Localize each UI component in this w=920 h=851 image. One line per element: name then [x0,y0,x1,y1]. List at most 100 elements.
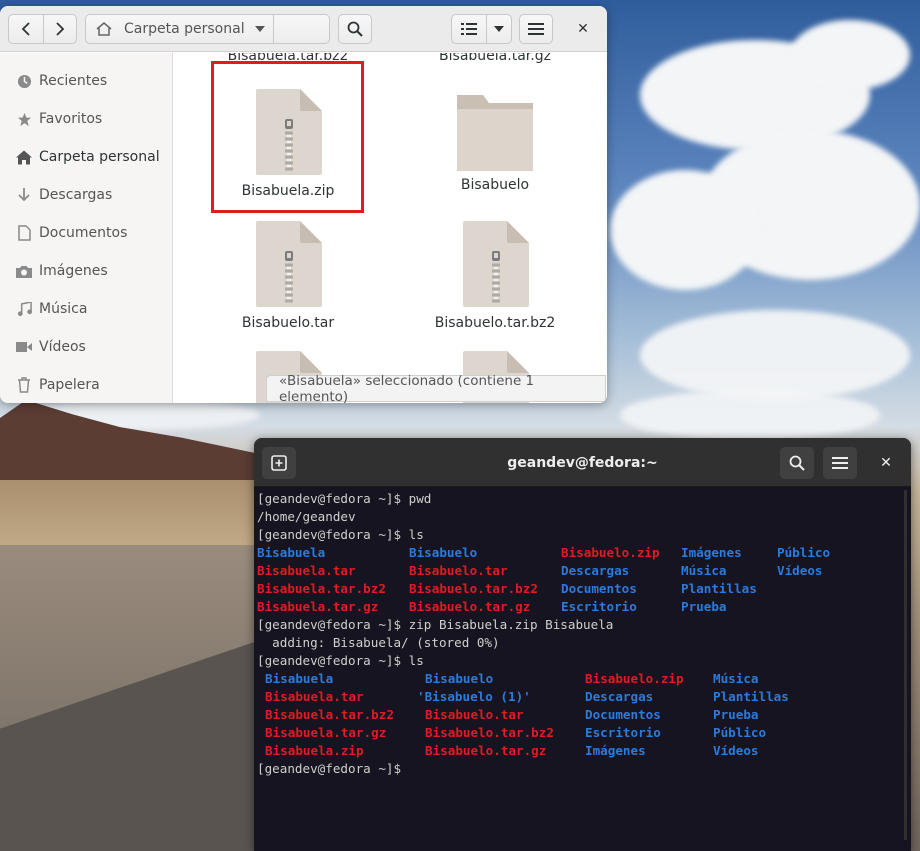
caret-down-icon [255,26,265,32]
file-label: Bisabuelo.tar [241,315,335,331]
ls-entry: Plantillas [681,581,757,596]
ls-entry: Prueba [681,599,727,614]
terminal-line: [geandev@fedora ~]$ ls [257,653,424,668]
file-label: Bisabuela.tar.gz [439,53,551,64]
ls-entry: Música [713,671,759,686]
sidebar-item-recientes[interactable]: Recientes [0,62,172,100]
cloud [790,20,910,90]
terminal-line: [geandev@fedora ~]$ ls [257,527,424,542]
ls-entry: Escritorio [561,599,637,614]
file-item[interactable]: Bisabuelo [405,93,585,193]
sidebar-item-label: Vídeos [39,339,86,355]
sidebar-item-imagenes[interactable]: Imágenes [0,252,172,290]
sidebar-item-papelera[interactable]: Papelera [0,366,172,403]
zip-archive-icon [256,221,322,307]
files-grid-view: Bisabuela.tar.bz2 Bisabuela.tar.gz Bisab… [174,53,607,403]
ls-entry: Público [777,545,831,560]
ls-entry: Plantillas [713,689,789,704]
ls-entry: Bisabuelo [425,671,494,686]
zip-archive-icon [463,221,529,307]
sidebar-item-videos[interactable]: Vídeos [0,328,172,366]
ls-entry: Vídeos [777,563,823,578]
ls-entry: Bisabuela [257,545,326,560]
ls-entry: Bisabuelo.tar.gz [409,599,531,614]
sidebar-item-label: Imágenes [39,263,108,279]
files-window: Carpeta personal ✕ Recientes Favoritos C… [0,6,607,403]
sidebar-item-carpeta-personal[interactable]: Carpeta personal [0,138,172,176]
cloud [610,170,760,290]
file-item-selected[interactable]: Bisabuela.zip [198,89,378,199]
file-item[interactable]: Bisabuelo.tar.bz2 [405,221,585,331]
terminal-search-button[interactable] [780,447,814,479]
ls-entry: Documentos [561,581,637,596]
chevron-left-icon [21,22,30,36]
ls-entry: Descargas [585,689,654,704]
terminal-line: adding: Bisabuela/ (stored 0%) [257,635,500,650]
ls-entry: 'Bisabuelo (1)' [417,689,531,704]
new-tab-button[interactable] [262,447,296,479]
selection-status-bar: «Bisabuela» seleccionado (contiene 1 ele… [266,373,606,403]
home-icon [96,22,112,36]
sidebar-item-descargas[interactable]: Descargas [0,176,172,214]
ls-entry: Bisabuela.tar [265,689,364,704]
cloud [640,310,910,400]
forward-button[interactable] [43,14,77,44]
path-button-home[interactable]: Carpeta personal [86,15,274,43]
ls-entry: Escritorio [585,725,661,740]
camera-icon [15,265,33,278]
folder-icon [457,95,533,171]
ls-entry: Bisabuelo.tar.bz2 [409,581,538,596]
sidebar-item-label: Documentos [39,225,128,241]
terminal-scrollbar[interactable] [904,490,907,840]
ls-entry: Música [681,563,727,578]
trash-icon [15,377,33,393]
ls-entry: Público [713,725,767,740]
terminal-output[interactable]: [geandev@fedora ~]$ pwd /home/geandev [g… [257,490,907,845]
search-icon [347,21,363,37]
sidebar-item-label: Recientes [39,73,108,89]
terminal-line: /home/geandev [257,509,356,524]
search-button[interactable] [338,14,372,44]
ls-entry: Bisabuela.zip [265,743,364,758]
zip-archive-icon [256,89,322,175]
sidebar-item-favoritos[interactable]: Favoritos [0,100,172,138]
file-item[interactable]: Bisabuela.tar.gz [405,53,585,64]
terminal-line: [geandev@fedora ~]$ pwd [257,491,432,506]
ls-entry: Bisabuelo.tar [409,563,508,578]
path-bar[interactable]: Carpeta personal [85,14,330,44]
sidebar-item-label: Papelera [39,377,100,393]
terminal-menu-button[interactable] [823,447,857,479]
view-options-button[interactable] [486,14,512,44]
ls-entry: Bisabuelo.tar.bz2 [425,725,554,740]
sidebar-item-musica[interactable]: Música [0,290,172,328]
caret-down-icon [494,26,504,32]
ls-entry: Bisabuela.tar.gz [257,599,379,614]
search-icon [789,455,805,471]
view-mode-button[interactable] [451,14,487,44]
main-menu-button[interactable] [519,14,553,44]
close-icon: ✕ [880,455,892,471]
ls-entry: Bisabuela.tar.bz2 [265,707,394,722]
terminal-close-button[interactable]: ✕ [874,451,898,475]
home-icon [15,150,33,165]
terminal-line: [geandev@fedora ~]$ zip Bisabuela.zip Bi… [257,617,614,632]
close-button[interactable]: ✕ [569,18,597,40]
document-icon [15,225,33,241]
back-button[interactable] [8,14,44,44]
file-item[interactable]: Bisabuelo.tar [198,221,378,331]
ls-entry: Documentos [585,707,661,722]
chevron-right-icon [56,22,65,36]
list-view-icon [461,23,477,35]
ls-entry: Bisabuelo.zip [585,671,684,686]
ls-entry: Bisabuela.tar.gz [265,725,387,740]
hamburger-icon [528,23,544,35]
ls-entry: Vídeos [713,743,759,758]
video-icon [15,341,33,353]
sidebar-item-label: Favoritos [39,111,103,127]
ls-entry: Descargas [561,563,630,578]
file-label: Bisabuelo.tar.bz2 [434,315,556,331]
ls-entry: Bisabuelo.tar [425,707,524,722]
ls-entry: Imágenes [585,743,646,758]
sidebar-item-label: Música [39,301,88,317]
sidebar-item-documentos[interactable]: Documentos [0,214,172,252]
